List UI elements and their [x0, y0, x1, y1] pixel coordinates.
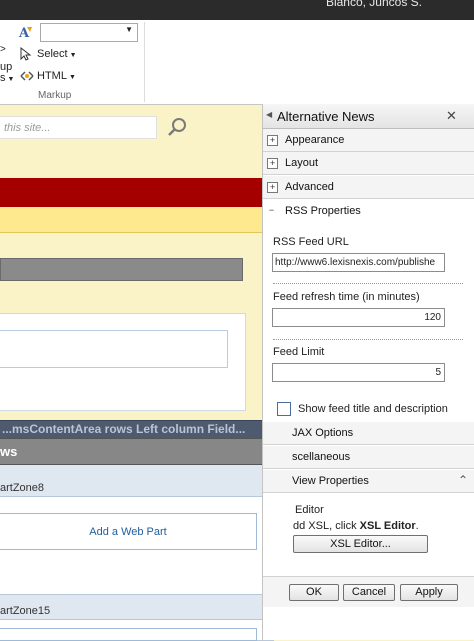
section-appearance[interactable]: + Appearance [263, 129, 474, 152]
chevron-up-icon[interactable]: ⌃ [458, 473, 468, 487]
select-cursor-icon [20, 46, 32, 61]
tool-pane: ◀ Alternative News ✕ + Appearance + Layo… [262, 104, 474, 640]
section-label: Layout [285, 157, 319, 169]
section-ajax-options[interactable]: JAX Options [263, 422, 474, 445]
ribbon-styles-fragment[interactable]: s ▼ [0, 72, 14, 84]
close-icon[interactable]: ✕ [446, 108, 457, 124]
add-web-part-button[interactable]: Add a Web Part [0, 513, 257, 550]
ribbon: > up s ▼ A ▼ Select ▼ HTML ▼ Markup [0, 20, 474, 105]
panel-title-bar: ...msContentArea rows Left column Field.… [0, 421, 283, 438]
feed-limit-input[interactable]: 5 [272, 363, 445, 382]
text-style-icon[interactable]: A [18, 24, 34, 41]
highlight-band [0, 207, 267, 233]
ok-button[interactable]: OK [289, 584, 339, 601]
collapse-icon[interactable]: − [267, 206, 276, 215]
expand-icon[interactable]: + [267, 135, 278, 146]
show-title-label: Show feed title and description [298, 403, 448, 415]
add-web-part-button[interactable] [0, 628, 257, 641]
search-placeholder: this site... [4, 122, 51, 134]
zone-header-bar [0, 258, 243, 281]
zone-header: ws [0, 438, 270, 465]
feed-limit-label: Feed Limit [273, 346, 325, 358]
refresh-time-input[interactable]: 120 [272, 308, 445, 327]
section-label: RSS Properties [285, 205, 361, 217]
chevron-down-icon: ▼ [7, 76, 15, 83]
section-label: View Properties [292, 475, 369, 487]
rss-url-input[interactable]: http://www6.lexisnexis.com/publishe [272, 253, 445, 272]
zone-label: artZone8 [0, 482, 45, 494]
chevron-down-icon: ▼ [69, 52, 77, 59]
cancel-button[interactable]: Cancel [343, 584, 395, 601]
show-title-checkbox[interactable] [277, 402, 291, 416]
chevron-down-icon: ▼ [125, 25, 133, 34]
editor-label: Editor [295, 504, 324, 516]
apply-button[interactable]: Apply [400, 584, 458, 601]
html-button[interactable]: HTML ▼ [37, 70, 76, 82]
divider [273, 339, 463, 340]
font-select[interactable]: ▼ [40, 23, 138, 42]
xsl-editor-button[interactable]: XSL Editor... [293, 535, 428, 553]
zone-label: artZone15 [0, 605, 51, 617]
html-icon [19, 69, 35, 83]
ribbon-divider [144, 22, 145, 102]
refresh-time-label: Feed refresh time (in minutes) [273, 291, 420, 303]
section-advanced[interactable]: + Advanced [263, 176, 474, 199]
section-label: Advanced [285, 181, 334, 193]
search-icon[interactable] [168, 117, 188, 137]
zone-header-title: ws [0, 444, 18, 459]
select-button[interactable]: Select ▼ [37, 48, 77, 60]
tool-pane-title: Alternative News [277, 109, 375, 124]
expand-icon[interactable]: + [267, 182, 278, 193]
divider [273, 283, 463, 284]
chevron-down-icon: ▼ [68, 74, 76, 81]
search-input[interactable]: this site... [0, 116, 157, 139]
section-layout[interactable]: + Layout [263, 152, 474, 175]
expand-icon[interactable]: + [267, 158, 278, 169]
user-name[interactable]: Blanco, Juncos S. [326, 0, 422, 9]
ribbon-group-label: Markup [38, 90, 72, 101]
top-bar: Blanco, Juncos S. [0, 0, 474, 20]
section-label: JAX Options [292, 427, 354, 439]
title-band [0, 178, 267, 207]
section-label: Appearance [285, 134, 345, 146]
section-miscellaneous[interactable]: scellaneous [263, 446, 474, 469]
section-view-properties[interactable]: View Properties ⌃ [263, 470, 474, 493]
section-rss-properties[interactable]: − RSS Properties [263, 200, 474, 223]
web-part-placeholder[interactable] [0, 330, 228, 368]
markup-arrow-icon: > [0, 44, 6, 55]
section-label: scellaneous [292, 451, 351, 463]
collapse-arrow-icon[interactable]: ◀ [266, 110, 272, 119]
panel-title: ...msContentArea rows Left column Field.… [2, 422, 246, 436]
web-part-zones-panel: ...msContentArea rows Left column Field.… [0, 420, 284, 641]
xsl-hint: dd XSL, click XSL Editor. [293, 520, 419, 532]
tool-pane-header: ◀ Alternative News ✕ [263, 104, 474, 129]
rss-url-label: RSS Feed URL [273, 236, 349, 248]
